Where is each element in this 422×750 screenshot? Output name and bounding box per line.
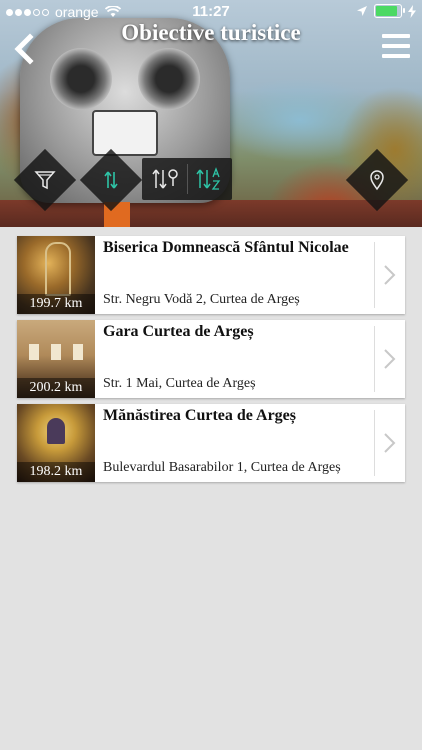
location-arrow-icon (357, 6, 367, 16)
sort-options-panel (142, 158, 232, 200)
place-name: Biserica Domnească Sfântul Nicolae (103, 239, 349, 256)
sort-distance-icon (152, 169, 178, 189)
binocular-lens-right (138, 48, 200, 110)
place-address: Str. 1 Mai, Curtea de Argeș (103, 376, 256, 391)
place-name: Gara Curtea de Argeș (103, 323, 254, 340)
map-button[interactable] (345, 148, 409, 212)
list-item[interactable]: 200.2 km Gara Curtea de Argeș Str. 1 Mai… (17, 320, 405, 398)
place-thumbnail: 199.7 km (17, 236, 95, 314)
sort-alpha-icon (196, 167, 221, 190)
place-address: Str. Negru Vodă 2, Curtea de Argeș (103, 292, 300, 307)
chevron-right-icon (384, 433, 396, 453)
place-distance: 198.2 km (17, 462, 95, 482)
place-distance: 199.7 km (17, 294, 95, 314)
page-title: Obiective turistice (121, 20, 301, 45)
chevron-right-button[interactable] (374, 326, 405, 392)
chevron-right-button[interactable] (374, 410, 405, 476)
menu-button[interactable] (382, 34, 410, 58)
place-distance: 200.2 km (17, 378, 95, 398)
chevron-right-button[interactable] (374, 242, 405, 308)
header-photo-rail (0, 200, 422, 227)
map-pin-icon (370, 170, 384, 191)
place-thumbnail: 200.2 km (17, 320, 95, 398)
place-name: Mănăstirea Curtea de Argeș (103, 407, 296, 424)
back-button[interactable] (8, 32, 40, 66)
place-address: Bulevardul Basarabilor 1, Curtea de Arge… (103, 460, 341, 475)
funnel-icon (34, 171, 56, 190)
places-list: 199.7 km Biserica Domnească Sfântul Nico… (17, 236, 405, 488)
chevron-right-icon (384, 349, 396, 369)
list-item[interactable]: 199.7 km Biserica Domnească Sfântul Nico… (17, 236, 405, 314)
list-item[interactable]: 198.2 km Mănăstirea Curtea de Argeș Bule… (17, 404, 405, 482)
chevron-left-icon (14, 33, 34, 65)
sort-alphabetical-button[interactable] (192, 164, 226, 194)
binocular-plate (92, 110, 158, 156)
header-banner: orange 11:27 Obiective turistice (0, 0, 422, 227)
place-thumbnail: 198.2 km (17, 404, 95, 482)
sort-arrows-icon (104, 171, 118, 189)
chevron-right-icon (384, 265, 396, 285)
sort-by-distance-button[interactable] (148, 164, 182, 194)
hamburger-menu-icon (382, 34, 410, 38)
binocular-lens-left (50, 48, 112, 110)
sort-button[interactable] (79, 148, 143, 212)
filter-button[interactable] (13, 148, 77, 212)
battery-icon (374, 4, 405, 18)
charging-icon (408, 4, 416, 18)
